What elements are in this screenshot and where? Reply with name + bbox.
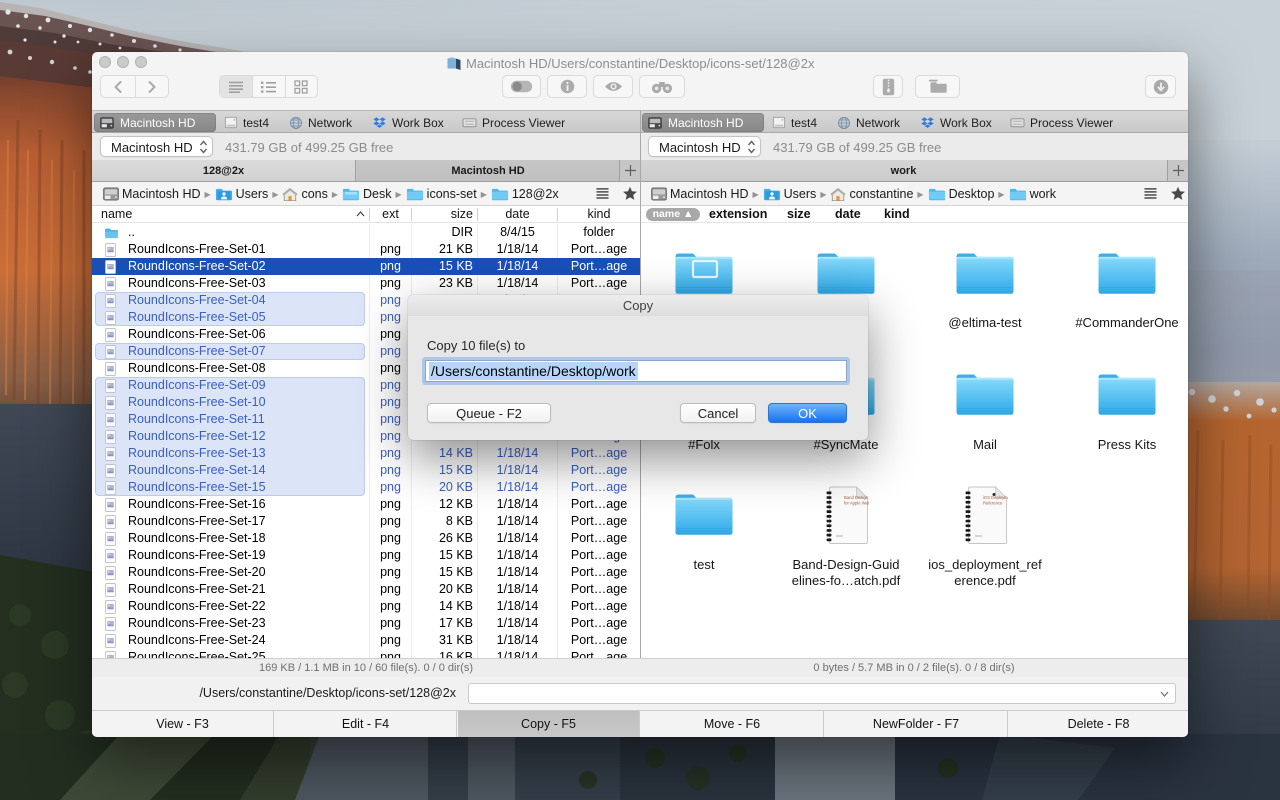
svg-text:Reference: Reference [983, 500, 1003, 505]
svg-text:Band Design Gui: Band Design Gui [844, 495, 869, 500]
svg-text:for Apple Watch: for Apple Watch [844, 500, 869, 505]
svg-text:iOS Deployment: iOS Deployment [983, 495, 1008, 500]
